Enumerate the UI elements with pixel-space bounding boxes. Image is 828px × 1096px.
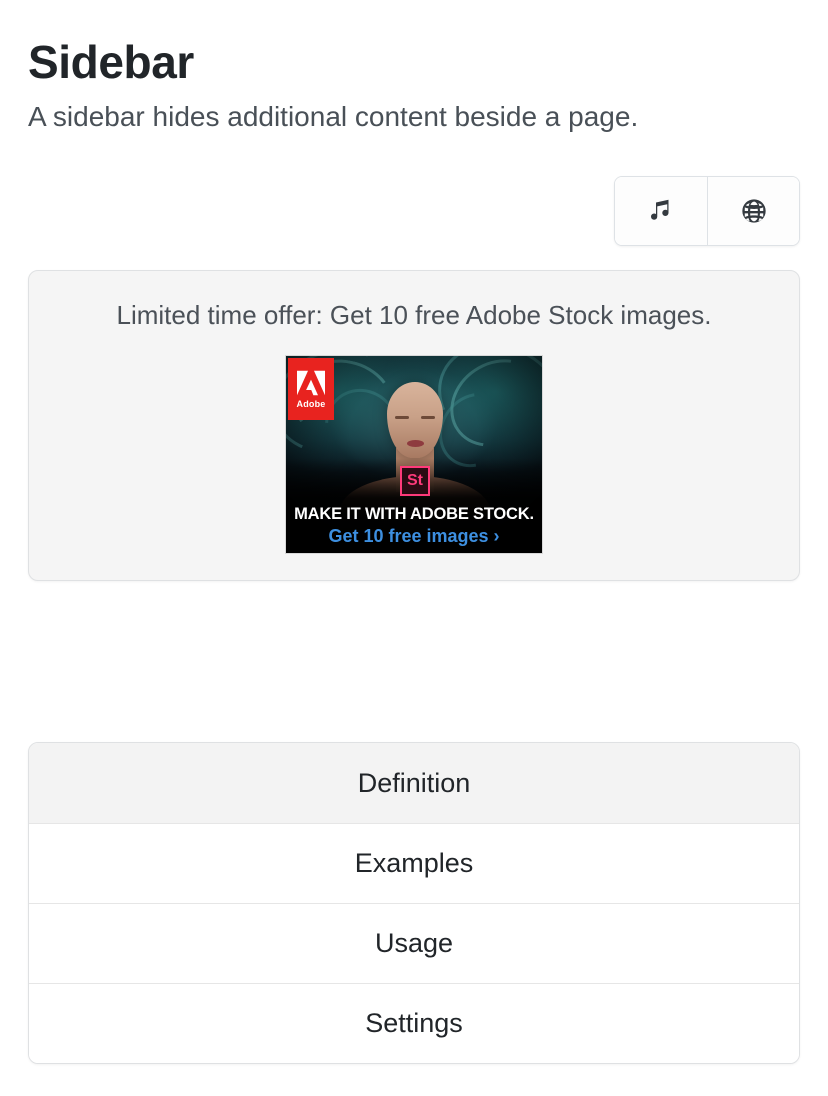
- icon-button-group: [614, 176, 800, 246]
- adobe-logo: Adobe: [288, 358, 334, 420]
- list-item-label: Definition: [357, 767, 471, 798]
- list-item-label: Usage: [374, 928, 454, 958]
- page-title: Sidebar: [28, 36, 194, 88]
- list-item-examples[interactable]: Examples: [29, 823, 799, 903]
- sidebar-demo-page: Sidebar A sidebar hides additional conte…: [0, 0, 828, 1096]
- list-item-label: Examples: [354, 848, 474, 878]
- ad-headline: Limited time offer: Get 10 free Adobe St…: [116, 300, 712, 330]
- music-note-icon: [646, 196, 676, 226]
- banner-text-block: MAKE IT WITH ADOBE STOCK. Get 10 free im…: [286, 504, 542, 547]
- adobe-wordmark: Adobe: [296, 398, 326, 409]
- list-item-usage[interactable]: Usage: [29, 903, 799, 983]
- globe-button[interactable]: [707, 177, 799, 245]
- page-subtitle: A sidebar hides additional content besid…: [28, 101, 639, 132]
- toolbar-row: [28, 176, 800, 246]
- advertisement-card: Limited time offer: Get 10 free Adobe St…: [28, 270, 800, 581]
- list-item-label: Settings: [365, 1008, 463, 1038]
- list-group: Definition Examples Usage Settings: [28, 742, 800, 1064]
- music-button[interactable]: [615, 177, 707, 245]
- globe-icon: [740, 197, 768, 225]
- list-item-settings[interactable]: Settings: [29, 983, 799, 1063]
- adobe-stock-banner[interactable]: Adobe St MAKE IT WITH ADOBE STOCK. Get 1…: [285, 355, 543, 554]
- adobe-stock-badge: St: [400, 466, 430, 496]
- adobe-a-mark-icon: [297, 370, 325, 395]
- banner-tagline: MAKE IT WITH ADOBE STOCK.: [294, 505, 534, 523]
- banner-cta-link[interactable]: Get 10 free images ›: [286, 525, 542, 547]
- list-item-definition[interactable]: Definition: [29, 743, 799, 823]
